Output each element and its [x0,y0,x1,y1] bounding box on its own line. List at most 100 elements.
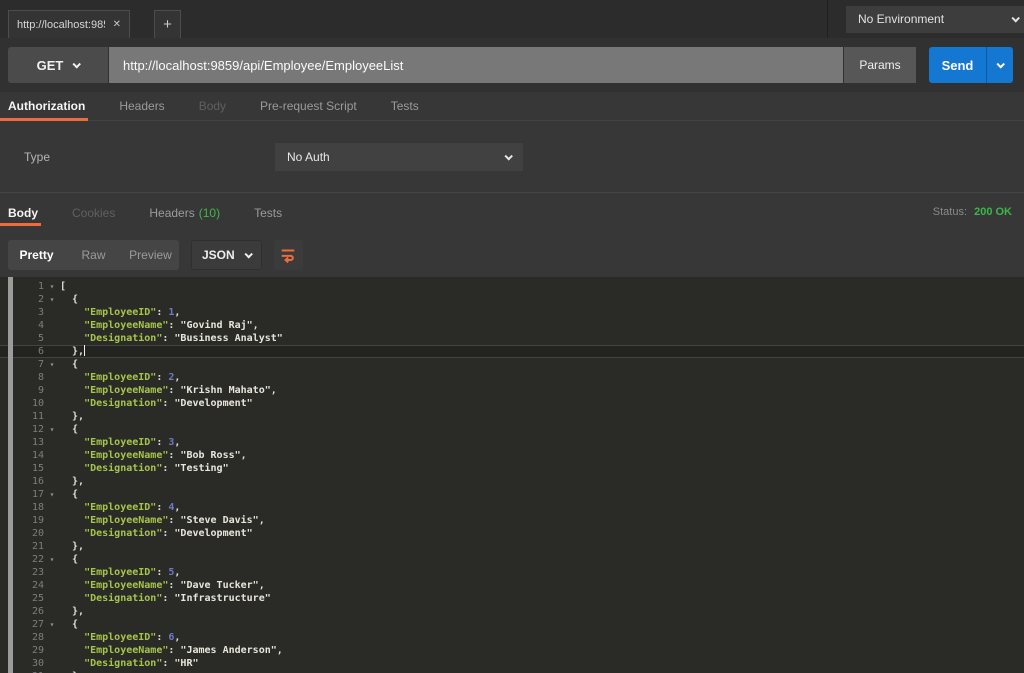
word-wrap-button[interactable] [273,239,303,270]
new-tab-button[interactable]: + [154,10,181,38]
code-text: "Designation": "HR" [60,658,199,669]
code-editor[interactable]: 1 ▾[2 ▾ {3 "EmployeeID": 1, 4 "EmployeeName… [0,277,1024,673]
line-number: 8 [37,372,44,383]
line-number: 28 [31,632,44,643]
code-line: 21 }, [0,540,1024,553]
url-input[interactable]: http://localhost:9859/api/Employee/Emplo… [109,47,843,83]
fold-toggle-icon[interactable]: ▾ [44,293,60,306]
code-line: 23 "EmployeeID": 5, [0,566,1024,579]
fold-toggle-icon[interactable]: ▾ [44,618,60,631]
line-number: 27 [31,619,44,630]
top-tab-bar: http://localhost:9859/ ✕ + No Environmen… [0,0,1024,38]
line-number: 4 [37,320,44,331]
line-number: 6 [37,346,44,357]
word-wrap-icon [281,249,295,263]
code-line: 11 }, [0,410,1024,423]
send-button-group: Send [929,47,1013,83]
code-line: 26 }, [0,605,1024,618]
tab-authorization[interactable]: Authorization [0,92,102,121]
headers-count-badge: (10) [198,205,221,220]
send-options-button[interactable] [986,47,1013,83]
code-line: 5 "Designation": "Business Analyst" [0,332,1024,345]
code-text: "EmployeeName": "Bob Ross", [60,450,247,461]
line-number: 17 [31,489,44,500]
editor-scrollbar[interactable] [8,277,13,673]
request-tabs: Authorization Headers Body Pre-request S… [0,92,1024,121]
line-number: 3 [37,307,44,318]
tab-pre-request-script[interactable]: Pre-request Script [243,92,374,120]
http-method-select[interactable]: GET [8,47,108,83]
code-line: 10 "Designation": "Development" [0,397,1024,410]
code-line: 17 ▾ { [0,488,1024,501]
auth-type-value: No Auth [287,150,330,164]
line-number: 20 [31,528,44,539]
auth-type-select[interactable]: No Auth [275,143,523,171]
response-tab-tests[interactable]: Tests [237,193,299,232]
params-button[interactable]: Params [844,47,916,83]
line-number: 9 [37,385,44,396]
response-tab-headers[interactable]: Headers (10) [132,193,237,232]
tab-body[interactable]: Body [182,92,243,120]
line-number: 19 [31,515,44,526]
response-tab-cookies[interactable]: Cookies [55,193,132,232]
environment-select[interactable]: No Environment [846,5,1024,33]
view-mode-pretty[interactable]: Pretty [8,240,65,270]
code-line: 19 "EmployeeName": "Steve Davis", [0,514,1024,527]
response-tab-body[interactable]: Body [0,193,55,232]
status-badge: 200 OK [974,206,1012,218]
close-tab-icon[interactable]: ✕ [113,19,121,30]
line-number: 26 [31,606,44,617]
code-line: 12 ▾ { [0,423,1024,436]
code-text: { [60,489,79,500]
view-mode-preview[interactable]: Preview [122,240,179,270]
code-line: 6 }, [0,345,1024,358]
chevron-down-icon [244,249,253,259]
code-line: 29 "EmployeeName": "James Anderson", [0,644,1024,657]
fold-toggle-icon[interactable]: ▾ [44,553,60,566]
fold-toggle-icon[interactable]: ▾ [44,280,60,293]
authorization-panel: Type No Auth [0,121,1024,193]
line-number: 22 [31,554,44,565]
code-text: "EmployeeID": 4, [60,502,181,513]
language-select[interactable]: JSON [191,239,262,270]
code-text: }, [60,345,86,357]
code-text: "Designation": "Development" [60,528,253,539]
code-text: "EmployeeID": 1, [60,307,181,318]
send-button[interactable]: Send [929,47,986,83]
fold-toggle-icon[interactable]: ▾ [44,423,60,436]
line-number: 23 [31,567,44,578]
code-text: "EmployeeID": 5, [60,567,181,578]
view-mode-raw[interactable]: Raw [65,240,122,270]
code-line: 22 ▾ { [0,553,1024,566]
tab-headers[interactable]: Headers [102,92,181,120]
code-text: }, [60,606,85,617]
fold-toggle-icon[interactable]: ▾ [44,488,60,501]
code-line: 20 "Designation": "Development" [0,527,1024,540]
fold-toggle-icon[interactable]: ▾ [44,358,60,371]
code-text: { [60,359,79,370]
environment-value: No Environment [858,12,945,26]
text-cursor [84,345,86,356]
request-tab[interactable]: http://localhost:9859/ ✕ [8,10,130,38]
code-text: "EmployeeName": "Steve Davis", [60,515,265,526]
line-number: 5 [37,333,44,344]
code-text: "Designation": "Infrastructure" [60,593,271,604]
environment-area: No Environment [827,0,1024,38]
code-text: "EmployeeID": 3, [60,437,181,448]
line-number: 29 [31,645,44,656]
response-toolbar: Pretty Raw Preview JSON [0,232,1024,277]
line-number: 15 [31,463,44,474]
tab-tests[interactable]: Tests [374,92,436,120]
http-method-value: GET [36,57,64,73]
code-text: { [60,294,79,305]
line-number: 14 [31,450,44,461]
